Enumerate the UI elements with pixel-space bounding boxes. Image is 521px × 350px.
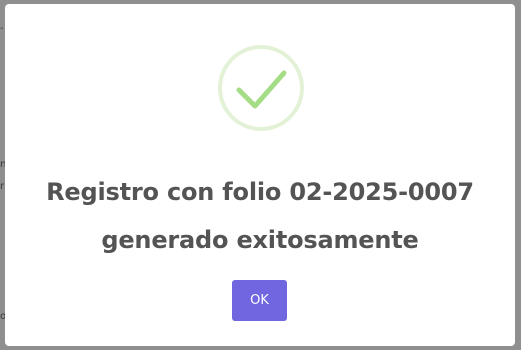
success-dialog: Registro con folio 02-2025-0007 generado… [5,4,515,346]
background-page-fragment: - [0,23,4,34]
dialog-title: Registro con folio 02-2025-0007 generado… [5,168,515,264]
dialog-title-line-2: generado exitosamente [101,226,419,254]
success-check-icon [217,44,305,132]
ok-button[interactable]: OK [232,280,287,321]
dialog-title-line-1: Registro con folio 02-2025-0007 [46,178,474,206]
background-page-fragment: r [0,181,5,192]
